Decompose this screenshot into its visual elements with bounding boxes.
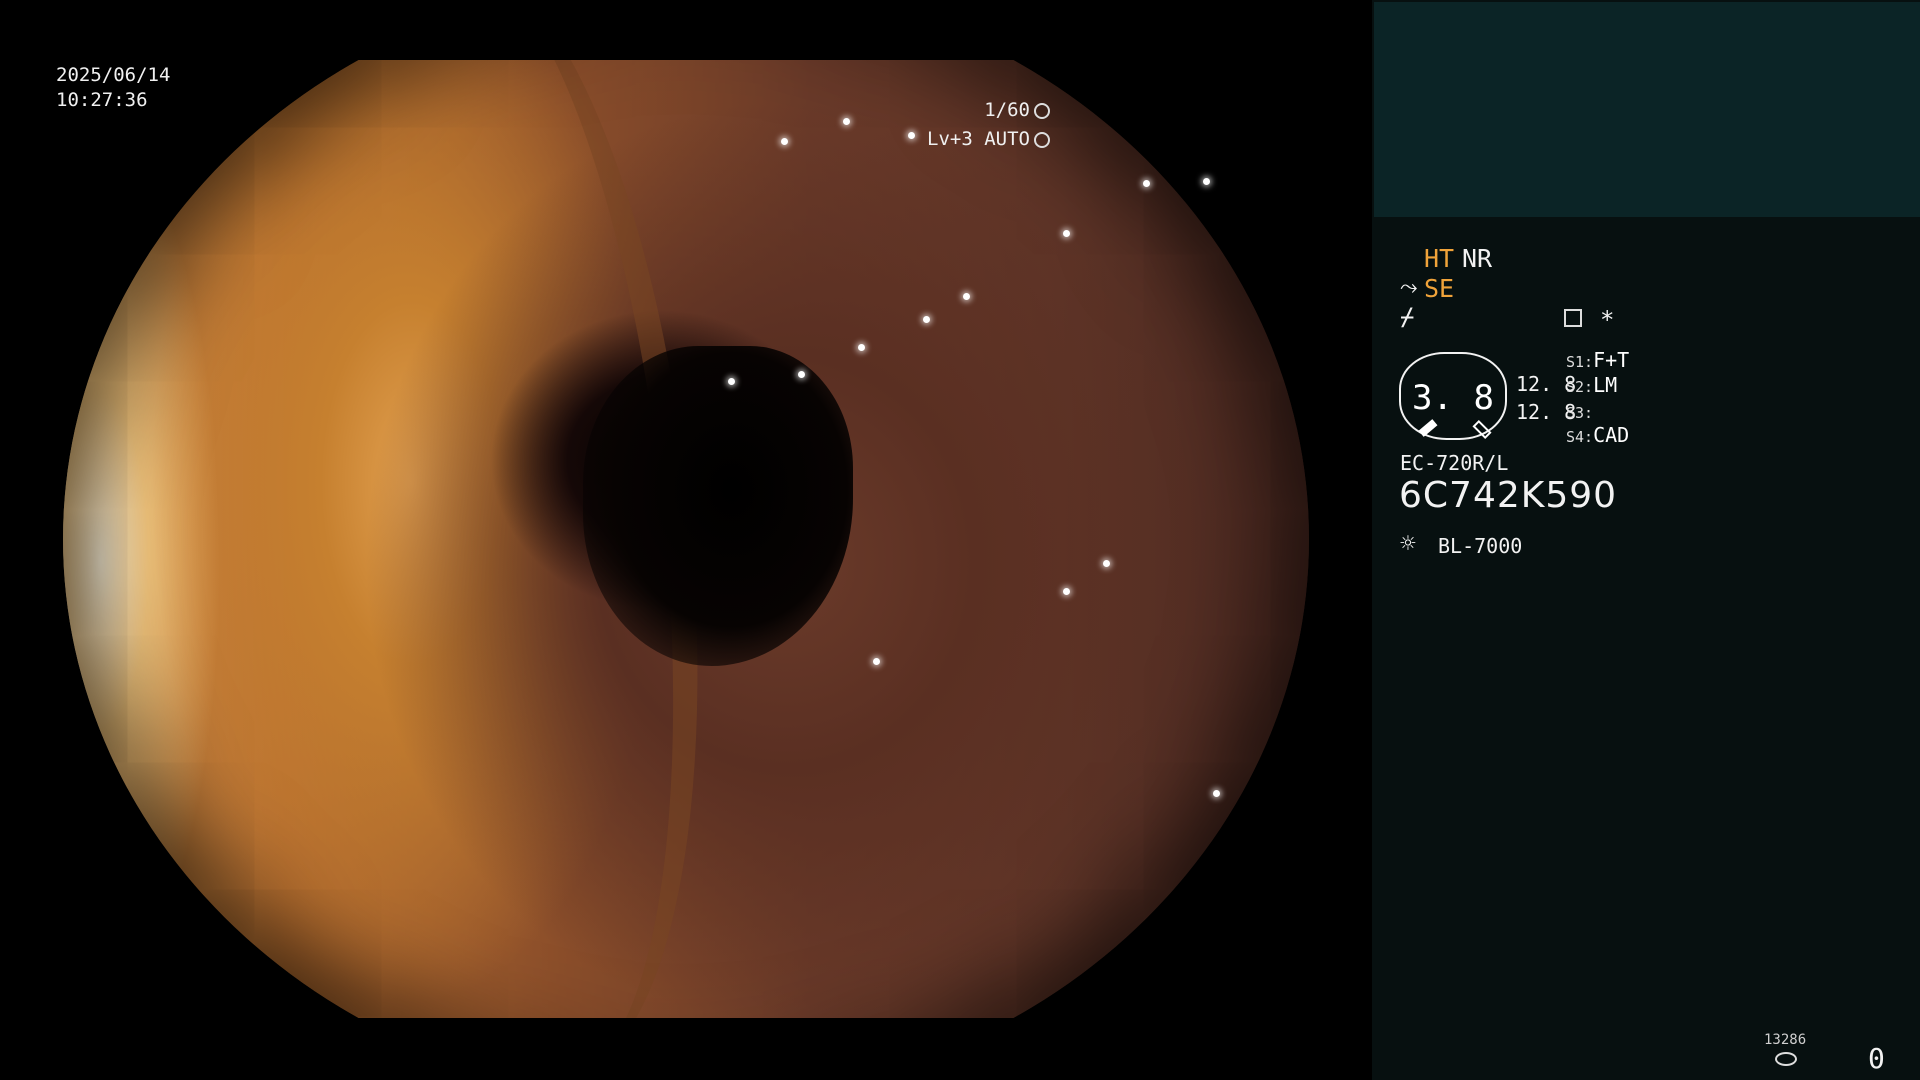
exposure-value: Lv+3 AUTO (927, 128, 1030, 150)
switch-row-s4: S4:CAD (1566, 425, 1629, 445)
date-readout: 2025/06/14 (56, 64, 171, 86)
scope-icon: ⤳ (1400, 275, 1418, 300)
info-panel: HT NR ⤳ SE ⌿ * 3. 8 12. 8 12. 8 S1:F+T S… (1372, 0, 1920, 1080)
shutter-readout: 1/60 (984, 101, 1050, 120)
nr-indicator: NR (1462, 244, 1493, 273)
switch-value: CAD (1593, 423, 1630, 447)
specular-highlight (798, 371, 805, 378)
specular-highlight (843, 118, 850, 125)
specular-highlight (1063, 230, 1070, 237)
switch-label: S3: (1566, 404, 1594, 422)
specular-highlight (923, 316, 930, 323)
panel-header-area (1374, 2, 1920, 217)
time-readout: 10:27:36 (56, 89, 148, 111)
switch-row-s1: S1:F+T (1566, 350, 1629, 370)
lumen-opening (583, 346, 853, 666)
exposure-readout: Lv+3 AUTO (927, 130, 1050, 149)
specular-highlight (873, 658, 880, 665)
gauge: 3. 8 (1399, 352, 1507, 440)
ht-indicator: HT (1424, 244, 1455, 273)
switch-label: S2: (1566, 378, 1594, 396)
specular-highlight (728, 378, 735, 385)
iris-icon (1034, 131, 1050, 148)
endoscope-view: 2025/06/14 10:27:36 1/60 Lv+3 AUTO (0, 0, 1372, 1080)
memo-icon (1564, 309, 1582, 327)
specular-highlight (963, 293, 970, 300)
asterisk-indicator: * (1600, 306, 1615, 334)
mucosal-fold (275, 60, 747, 1018)
light-source-icon: ☼ (1400, 529, 1416, 559)
shutter-icon (1034, 102, 1050, 119)
specular-highlight (1213, 790, 1220, 797)
endoscopic-image (63, 60, 1309, 1018)
shutter-value: 1/60 (984, 99, 1030, 121)
scope-serial: 6C742K590 (1399, 475, 1618, 516)
se-indicator: SE (1424, 274, 1455, 303)
image-counter: 0 (1868, 1042, 1885, 1075)
specular-highlight (858, 344, 865, 351)
gauge-right-marker (1472, 419, 1492, 440)
specular-highlight (908, 132, 915, 139)
switch-row-s2: S2:LM (1566, 375, 1617, 395)
specular-highlight (1063, 588, 1070, 595)
switch-row-s3: S3: (1566, 401, 1593, 421)
specular-highlight (1203, 178, 1210, 185)
specular-highlight (781, 138, 788, 145)
gauge-left-marker (1418, 419, 1438, 437)
slash-icon: ⌿ (1400, 303, 1415, 331)
switch-value: F+T (1593, 348, 1630, 372)
switch-value: LM (1593, 373, 1618, 397)
storage-count: 13286 (1764, 1032, 1807, 1048)
storage-icon (1775, 1052, 1797, 1066)
switch-label: S4: (1566, 428, 1594, 446)
specular-highlight (1143, 180, 1150, 187)
scope-model: EC-720R/L (1400, 451, 1509, 475)
light-source-model: BL-7000 (1438, 534, 1523, 558)
specular-highlight (1103, 560, 1110, 567)
switch-label: S1: (1566, 353, 1594, 371)
colon-lumen-image (63, 60, 1309, 1018)
gauge-value: 3. 8 (1412, 378, 1494, 418)
